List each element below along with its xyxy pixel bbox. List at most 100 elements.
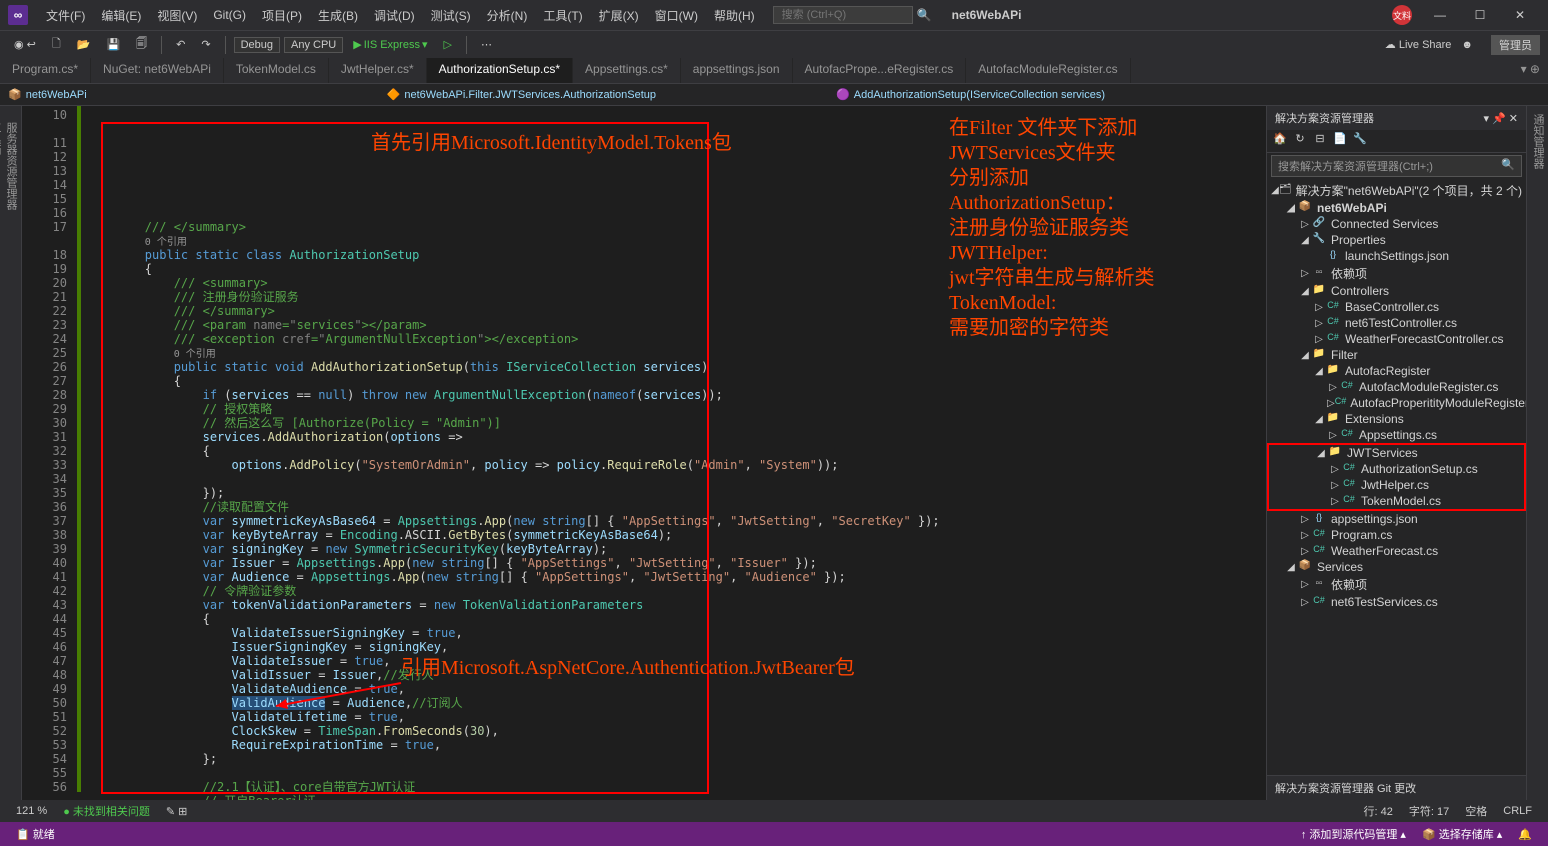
menu-item[interactable]: 扩展(X) bbox=[591, 7, 647, 24]
solution-search[interactable]: 搜索解决方案资源管理器(Ctrl+;)🔍 bbox=[1271, 155, 1522, 177]
project-icon: 📦 bbox=[8, 88, 22, 101]
notifications-tab[interactable]: 通知管理器 bbox=[1530, 114, 1546, 792]
breadcrumb-namespace[interactable]: net6WebAPi.Filter.JWTServices.Authorizat… bbox=[404, 89, 656, 101]
indent-mode[interactable]: 空格 bbox=[1457, 803, 1495, 819]
menu-item[interactable]: 视图(V) bbox=[149, 7, 205, 24]
run-button[interactable]: ▶ IIS Express ▾ bbox=[347, 36, 433, 53]
editor-tab[interactable]: AutofacPrope...eRegister.cs bbox=[793, 58, 967, 83]
menu-item[interactable]: 文件(F) bbox=[38, 7, 93, 24]
ready-status: 📋 就绪 bbox=[8, 826, 63, 842]
menu-item[interactable]: Git(G) bbox=[205, 8, 254, 22]
editor-tab[interactable]: NuGet: net6WebAPi bbox=[91, 58, 224, 83]
run-no-debug-icon[interactable]: ▷ bbox=[438, 36, 458, 53]
server-explorer-tab[interactable]: 服务器资源管理器 bbox=[3, 114, 19, 792]
menu-item[interactable]: 分析(N) bbox=[479, 7, 536, 24]
tree-item[interactable]: ◢📁JWTServices bbox=[1269, 445, 1524, 461]
tree-item[interactable]: ▷▫▫依赖项 bbox=[1267, 264, 1526, 283]
toolbar-extra-icon[interactable]: ⋯ bbox=[475, 36, 498, 53]
search-input[interactable] bbox=[773, 6, 913, 24]
open-icon[interactable]: 📂 bbox=[71, 36, 97, 53]
tree-item[interactable]: ▷C#WeatherForecastController.cs bbox=[1267, 331, 1526, 347]
close-panel-icon[interactable]: ✕ bbox=[1509, 113, 1518, 125]
show-all-icon[interactable]: 📄 bbox=[1331, 132, 1349, 150]
tree-item[interactable]: ◢📁Filter bbox=[1267, 347, 1526, 363]
solution-tree[interactable]: ◢🗂解决方案"net6WebAPi"(2 个项目，共 2 个)◢📦net6Web… bbox=[1267, 179, 1526, 775]
code-content[interactable]: 首先引用Microsoft.IdentityModel.Tokens包 引用Mi… bbox=[81, 106, 1266, 800]
tree-item[interactable]: ▷C#Appsettings.cs bbox=[1267, 427, 1526, 443]
close-button[interactable]: ✕ bbox=[1500, 8, 1540, 22]
breadcrumb-project[interactable]: net6WebAPi bbox=[26, 89, 87, 101]
menu-item[interactable]: 工具(T) bbox=[535, 7, 590, 24]
new-item-icon[interactable]: 🗋 bbox=[46, 33, 67, 56]
tree-item[interactable]: ◢📁Extensions bbox=[1267, 411, 1526, 427]
editor-tab[interactable]: JwtHelper.cs bbox=[329, 58, 427, 83]
tree-item[interactable]: ▷C#AutofacModuleRegister.cs bbox=[1267, 379, 1526, 395]
menu-item[interactable]: 生成(B) bbox=[310, 7, 366, 24]
zoom-level[interactable]: 121 % bbox=[8, 805, 55, 817]
live-share-button[interactable]: ☁ Live Share bbox=[1385, 38, 1452, 51]
maximize-button[interactable]: ☐ bbox=[1460, 8, 1500, 22]
tree-item[interactable]: ▷C#TokenModel.cs bbox=[1269, 493, 1524, 509]
editor-tab[interactable]: TokenModel.cs bbox=[224, 58, 329, 83]
tree-item[interactable]: {}launchSettings.json bbox=[1267, 248, 1526, 264]
editor-tab[interactable]: Appsettings.cs bbox=[573, 58, 681, 83]
error-status[interactable]: ● 未找到相关问题 bbox=[55, 803, 158, 819]
nav-back-icon[interactable]: ◉ ↩ bbox=[8, 36, 42, 53]
tree-item[interactable]: ◢📦Services bbox=[1267, 559, 1526, 575]
search-icon[interactable]: 🔍 bbox=[917, 8, 932, 22]
tree-item[interactable]: ◢🔧Properties bbox=[1267, 232, 1526, 248]
tree-item[interactable]: ◢📦net6WebAPi bbox=[1267, 200, 1526, 216]
tree-item[interactable]: ▷C#JwtHelper.cs bbox=[1269, 477, 1524, 493]
properties-icon[interactable]: 🔧 bbox=[1351, 132, 1369, 150]
tree-item[interactable]: ▷🔗Connected Services bbox=[1267, 216, 1526, 232]
editor[interactable]: 1011121314151617181920212223242526272829… bbox=[22, 106, 1266, 800]
line-ending[interactable]: CRLF bbox=[1495, 805, 1540, 817]
tree-item[interactable]: ▷C#WeatherForecast.cs bbox=[1267, 543, 1526, 559]
user-avatar[interactable]: 文料 bbox=[1392, 5, 1412, 25]
solution-footer[interactable]: 解决方案资源管理器 Git 更改 bbox=[1267, 775, 1526, 800]
menu-item[interactable]: 窗口(W) bbox=[647, 7, 706, 24]
solution-explorer-title: 解决方案资源管理器 ▾ 📌 ✕ bbox=[1267, 106, 1526, 130]
tree-item[interactable]: ◢🗂解决方案"net6WebAPi"(2 个项目，共 2 个) bbox=[1267, 181, 1526, 200]
tree-item[interactable]: ◢📁AutofacRegister bbox=[1267, 363, 1526, 379]
editor-tab[interactable]: AutofacModuleRegister.cs bbox=[966, 58, 1130, 83]
breadcrumb-method[interactable]: AddAuthorizationSetup(IServiceCollection… bbox=[854, 89, 1105, 101]
redo-icon[interactable]: ↷ bbox=[195, 36, 216, 53]
tree-item[interactable]: ▷C#Program.cs bbox=[1267, 527, 1526, 543]
tree-item[interactable]: ▷▫▫依赖项 bbox=[1267, 575, 1526, 594]
menu-item[interactable]: 项目(P) bbox=[254, 7, 310, 24]
collapse-icon[interactable]: ⊟ bbox=[1311, 132, 1329, 150]
save-icon[interactable]: 💾 bbox=[100, 36, 126, 53]
config-dropdown[interactable]: Debug bbox=[234, 37, 280, 53]
tree-item[interactable]: ▷C#AutofacProperitityModuleRegister.cs bbox=[1267, 395, 1526, 411]
indent-icon[interactable]: ✎ ⊞ bbox=[158, 805, 196, 818]
pin-icon[interactable]: ▾ 📌 bbox=[1483, 113, 1505, 125]
tree-item[interactable]: ▷C#net6TestServices.cs bbox=[1267, 594, 1526, 610]
tree-item[interactable]: ▷{}appsettings.json bbox=[1267, 511, 1526, 527]
sync-icon[interactable]: ↻ bbox=[1291, 132, 1309, 150]
minimize-button[interactable]: — bbox=[1420, 8, 1460, 22]
add-source-control[interactable]: ↑ 添加到源代码管理 ▴ bbox=[1293, 826, 1414, 842]
editor-tab[interactable]: appsettings.json bbox=[681, 58, 793, 83]
search-icon[interactable]: 🔍 bbox=[1501, 158, 1515, 174]
tree-item[interactable]: ▷C#BaseController.cs bbox=[1267, 299, 1526, 315]
save-all-icon[interactable]: 🗐 bbox=[130, 33, 153, 56]
tree-item[interactable]: ▷C#net6TestController.cs bbox=[1267, 315, 1526, 331]
undo-icon[interactable]: ↶ bbox=[170, 36, 191, 53]
menu-item[interactable]: 编辑(E) bbox=[93, 7, 149, 24]
tree-item[interactable]: ◢📁Controllers bbox=[1267, 283, 1526, 299]
platform-dropdown[interactable]: Any CPU bbox=[284, 37, 343, 53]
menu-item[interactable]: 帮助(H) bbox=[706, 7, 763, 24]
editor-tab[interactable]: AuthorizationSetup.cs bbox=[427, 58, 573, 83]
tree-item[interactable]: ▷C#AuthorizationSetup.cs bbox=[1269, 461, 1524, 477]
menu-item[interactable]: 调试(D) bbox=[366, 7, 423, 24]
home-icon[interactable]: 🏠 bbox=[1271, 132, 1289, 150]
tab-overflow-icon[interactable]: ▾ ⊕ bbox=[1513, 58, 1548, 83]
app-title: net6WebAPi bbox=[952, 8, 1022, 22]
select-repo[interactable]: 📦 选择存储库 ▴ bbox=[1414, 826, 1510, 842]
menu-item[interactable]: 测试(S) bbox=[423, 7, 479, 24]
feedback-icon[interactable]: ☻ bbox=[1455, 37, 1479, 53]
toolbox-tab[interactable]: 工具箱 bbox=[0, 114, 3, 792]
editor-tab[interactable]: Program.cs bbox=[0, 58, 91, 83]
notifications-icon[interactable]: 🔔 bbox=[1510, 828, 1540, 841]
